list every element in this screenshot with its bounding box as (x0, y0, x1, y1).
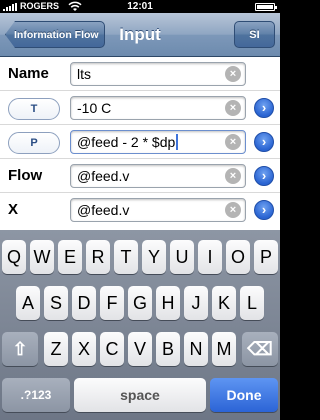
status-bar: ROGERS 12:01 (0, 0, 280, 13)
key-p[interactable]: P (254, 240, 278, 274)
clear-icon[interactable]: × (225, 202, 241, 218)
key-o[interactable]: O (226, 240, 250, 274)
name-field[interactable]: lts × (70, 62, 246, 86)
shift-key[interactable]: ⇧ (2, 332, 38, 366)
key-n[interactable]: N (184, 332, 208, 366)
key-b[interactable]: B (156, 332, 180, 366)
clear-icon[interactable]: × (225, 134, 241, 150)
done-key[interactable]: Done (210, 378, 278, 412)
key-i[interactable]: I (198, 240, 222, 274)
composition-row: X @feed.v × › (0, 193, 280, 227)
key-d[interactable]: D (72, 286, 96, 320)
key-y[interactable]: Y (142, 240, 166, 274)
numbers-key[interactable]: .?123 (2, 378, 70, 412)
composition-field[interactable]: @feed.v × (70, 198, 246, 222)
delete-key[interactable]: ⌫ (242, 332, 278, 366)
temperature-field[interactable]: -10 C × (70, 96, 246, 120)
key-e[interactable]: E (58, 240, 82, 274)
back-button[interactable]: Information Flow (5, 21, 105, 48)
temperature-field-value: -10 C (77, 100, 112, 116)
si-units-button[interactable]: SI (234, 21, 275, 48)
battery-icon (255, 3, 277, 11)
disclosure-icon[interactable]: › (254, 98, 274, 118)
key-q[interactable]: Q (2, 240, 26, 274)
key-w[interactable]: W (30, 240, 54, 274)
key-h[interactable]: H (156, 286, 180, 320)
clock: 12:01 (127, 1, 153, 12)
name-row: Name lts × (0, 57, 280, 91)
flow-row: Flow @feed.v × › (0, 159, 280, 193)
key-a[interactable]: A (16, 286, 40, 320)
pressure-row: P @feed - 2 * $dp × › (0, 125, 280, 159)
key-k[interactable]: K (212, 286, 236, 320)
flow-label: Flow (8, 167, 43, 184)
disclosure-icon[interactable]: › (254, 166, 274, 186)
key-c[interactable]: C (100, 332, 124, 366)
pressure-field-value: @feed - 2 * $dp (77, 131, 179, 153)
flow-field-value: @feed.v (77, 168, 130, 184)
clear-icon[interactable]: × (225, 168, 241, 184)
composition-label: X (8, 201, 19, 218)
pressure-field[interactable]: @feed - 2 * $dp × (70, 130, 246, 154)
composition-field-value: @feed.v (77, 202, 130, 218)
space-key[interactable]: space (74, 378, 206, 412)
key-g[interactable]: G (128, 286, 152, 320)
input-form: Name lts × T -10 C × › P @feed - 2 * $dp… (0, 57, 280, 230)
text-cursor (176, 134, 179, 150)
temperature-button[interactable]: T (8, 98, 60, 120)
key-r[interactable]: R (86, 240, 110, 274)
name-field-value: lts (77, 66, 91, 82)
key-z[interactable]: Z (44, 332, 68, 366)
key-s[interactable]: S (44, 286, 68, 320)
pressure-button[interactable]: P (8, 132, 60, 154)
temperature-row: T -10 C × › (0, 91, 280, 125)
key-m[interactable]: M (212, 332, 236, 366)
disclosure-icon[interactable]: › (254, 200, 274, 220)
flow-field[interactable]: @feed.v × (70, 164, 246, 188)
clear-icon[interactable]: × (225, 100, 241, 116)
name-label: Name (8, 65, 49, 82)
key-l[interactable]: L (240, 286, 264, 320)
keyboard: Q W E R T Y U I O P A S D F G H J K L ⇧ … (0, 230, 280, 420)
disclosure-icon[interactable]: › (254, 132, 274, 152)
key-t[interactable]: T (114, 240, 138, 274)
key-u[interactable]: U (170, 240, 194, 274)
key-x[interactable]: X (72, 332, 96, 366)
clear-icon[interactable]: × (225, 66, 241, 82)
key-v[interactable]: V (128, 332, 152, 366)
navigation-bar: Information Flow Input SI (0, 13, 280, 57)
key-f[interactable]: F (100, 286, 124, 320)
key-j[interactable]: J (184, 286, 208, 320)
